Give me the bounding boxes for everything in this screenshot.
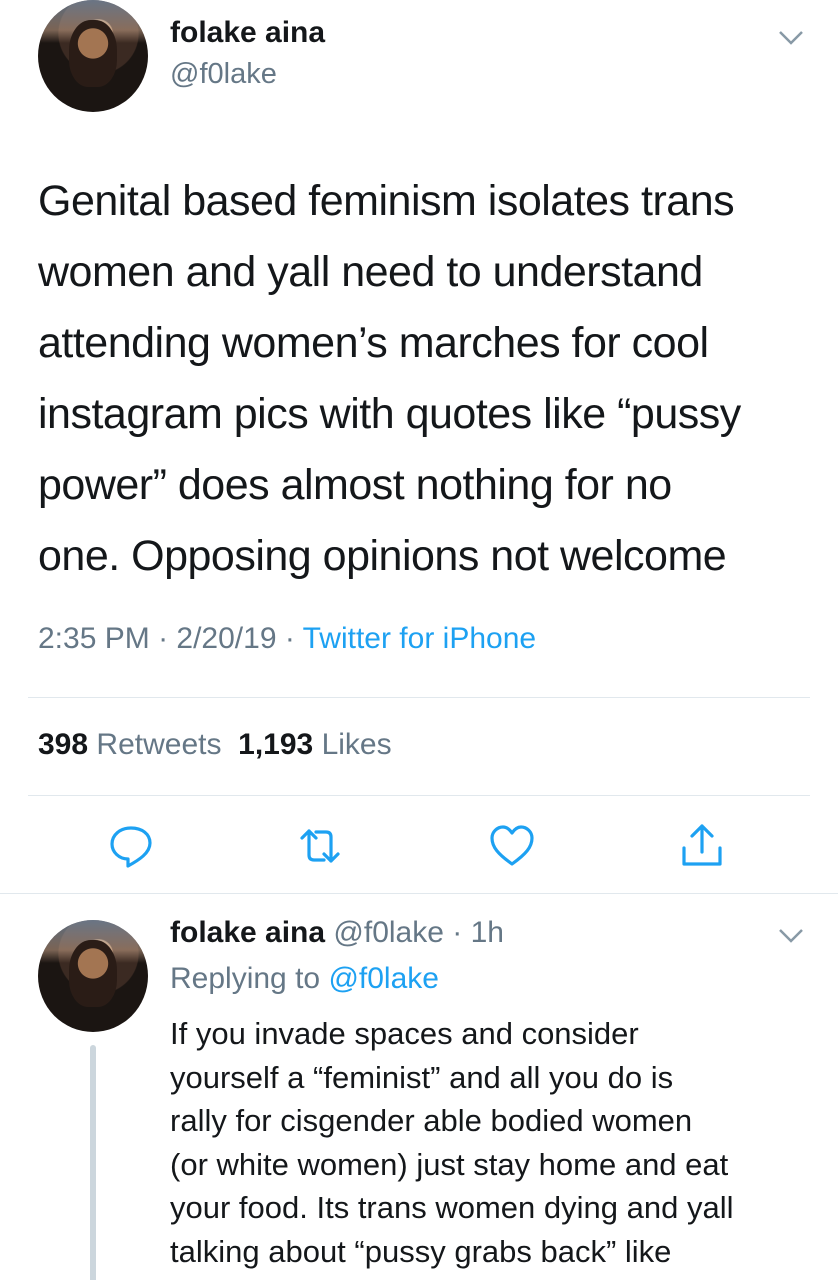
tweet-text: Genital based feminism isolates trans wo… — [38, 177, 741, 580]
tweet-stats: 398 Retweets 1,193 Likes — [38, 728, 392, 762]
divider — [28, 697, 810, 698]
tweet-source-link[interactable]: Twitter for iPhone — [303, 622, 536, 655]
tweet-time: 2:35 PM — [38, 622, 150, 655]
replying-to-mention[interactable]: @f0lake — [328, 962, 439, 995]
reply-button[interactable] — [107, 822, 155, 870]
reply-age: 1h — [470, 916, 504, 949]
reply-author-avatar[interactable] — [38, 920, 148, 1032]
author-avatar[interactable] — [38, 0, 148, 112]
tweet-date: 2/20/19 — [176, 622, 277, 655]
likes-count: 1,193 — [238, 728, 314, 761]
likes-stat[interactable]: 1,193 Likes — [238, 728, 391, 761]
divider — [0, 893, 838, 894]
meta-separator: · — [149, 622, 177, 655]
divider — [28, 795, 810, 796]
thread-line — [90, 1045, 96, 1280]
author-name[interactable]: folake aina — [170, 16, 325, 50]
retweets-label: Retweets — [96, 728, 222, 761]
author-handle[interactable]: @f0lake — [170, 58, 277, 91]
reply-dot: · — [443, 916, 471, 949]
heart-icon — [490, 825, 534, 866]
replying-prefix: Replying to — [170, 962, 329, 995]
meta-separator: · — [276, 622, 303, 655]
retweets-stat[interactable]: 398 Retweets — [38, 728, 221, 761]
chevron-down-icon[interactable] — [778, 30, 804, 46]
retweet-icon — [300, 829, 340, 863]
retweet-button[interactable] — [296, 822, 344, 870]
reply-author-handle[interactable]: @f0lake — [333, 916, 444, 949]
replying-to: Replying to @f0lake — [170, 962, 439, 996]
retweets-count: 398 — [38, 728, 89, 761]
reply-header: folake aina @f0lake · 1h — [170, 916, 504, 950]
like-button[interactable] — [488, 822, 536, 870]
likes-label: Likes — [321, 728, 392, 761]
reply-author-name[interactable]: folake aina — [170, 916, 325, 949]
chevron-down-icon[interactable] — [778, 928, 804, 944]
tweet-metadata: 2:35 PM · 2/20/19 · Twitter for iPhone — [38, 622, 536, 656]
share-icon — [682, 824, 722, 866]
reply-icon — [110, 826, 152, 868]
share-button[interactable] — [678, 822, 726, 870]
reply-text: If you invade spaces and consider yourse… — [170, 1016, 734, 1269]
